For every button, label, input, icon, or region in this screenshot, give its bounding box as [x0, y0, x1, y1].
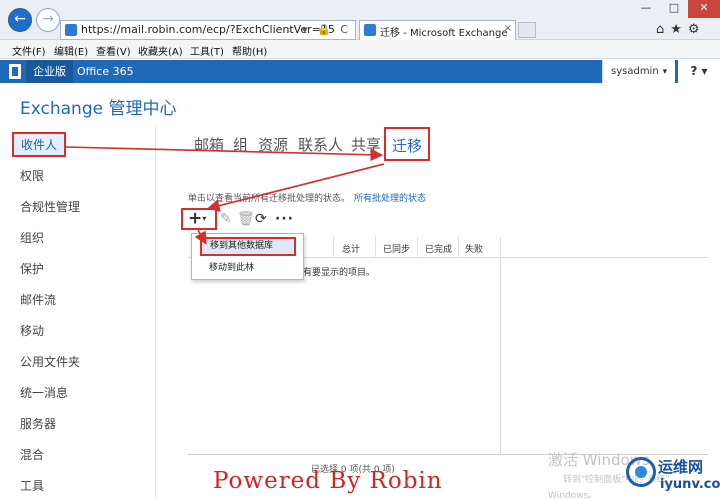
nav-item-public-folders[interactable]: 公用文件夹 — [20, 353, 80, 370]
nav-item-tools[interactable]: 工具 — [20, 477, 44, 494]
tab-mailboxes[interactable]: 邮箱 — [194, 134, 224, 155]
menu-view[interactable]: 查看(V) — [96, 43, 131, 58]
enterprise-tab[interactable]: 企业版 — [26, 60, 73, 83]
nav-item-mobile[interactable]: 移动 — [20, 322, 44, 339]
o365-navbar: 企业版 Office 365 sysadmin ▾ ? ▾ — [0, 60, 720, 83]
column-divider — [458, 237, 459, 258]
tab-title: 迁移 - Microsoft Exchange — [380, 28, 508, 39]
office365-link[interactable]: Office 365 — [77, 60, 134, 83]
column-divider — [417, 237, 418, 258]
chevron-down-icon: ▾ — [662, 67, 668, 77]
more-options-icon[interactable]: ··· — [275, 211, 294, 227]
nav-item-mail-flow[interactable]: 邮件流 — [20, 291, 56, 308]
window-minimize-button[interactable]: — — [632, 0, 660, 18]
add-button[interactable]: +▾ — [181, 208, 217, 230]
browser-tab[interactable]: 迁移 - Microsoft Exchange × — [359, 20, 516, 40]
menu-item-move-to-this-forest[interactable]: 移动到此林 — [192, 258, 303, 278]
tab-close-icon[interactable]: × — [504, 23, 512, 34]
migration-hint-text: 单击以查看当前所有迁移批处理的状态。 — [188, 194, 351, 204]
column-divider — [500, 237, 501, 258]
site-logo: 运维网 iyunv.com — [626, 454, 720, 499]
menu-item-move-to-other-database[interactable]: 移到其他数据库 — [200, 237, 296, 256]
menu-edit[interactable]: 编辑(E) — [54, 43, 88, 58]
window-maximize-button[interactable]: □ — [660, 0, 688, 18]
user-name: sysadmin — [611, 66, 659, 77]
all-batches-status-link[interactable]: 所有批处理的状态 — [354, 191, 426, 204]
nav-item-unified-messaging[interactable]: 统一消息 — [20, 384, 68, 401]
address-bar[interactable]: https://mail.robin.com/ecp/?ExchClientVe… — [60, 20, 356, 40]
delete-trash-icon[interactable]: 🗑 — [237, 211, 255, 227]
column-total[interactable]: 总计 — [342, 242, 360, 255]
site-logo-en: iyunv.com — [660, 477, 720, 492]
menu-favorites[interactable]: 收藏夹(A) — [138, 43, 183, 58]
user-menu[interactable]: sysadmin ▾ — [602, 60, 676, 83]
chevron-down-icon: ▾ — [202, 214, 207, 223]
tab-resources[interactable]: 资源 — [258, 134, 288, 155]
window-close-button[interactable]: ✕ — [688, 0, 720, 18]
page-title: Exchange 管理中心 — [20, 99, 177, 119]
column-synced[interactable]: 已同步 — [383, 242, 410, 255]
tab-groups[interactable]: 组 — [233, 134, 248, 155]
globe-logo-icon — [626, 457, 656, 487]
menu-file[interactable]: 文件(F) — [12, 43, 46, 58]
tab-contacts[interactable]: 联系人 — [298, 134, 343, 155]
address-bar-icons[interactable]: ⌕ ▾ 🔒 C — [286, 23, 351, 37]
column-completed[interactable]: 已完成 — [425, 242, 452, 255]
site-favicon-icon — [65, 24, 77, 36]
nav-item-servers[interactable]: 服务器 — [20, 415, 56, 432]
powered-by-watermark: Powered By Robin — [213, 468, 443, 494]
menu-help[interactable]: 帮助(H) — [232, 43, 267, 58]
edit-pencil-icon[interactable]: ✎ — [220, 211, 232, 227]
tab-shared[interactable]: 共享 — [351, 134, 381, 155]
nav-item-hybrid[interactable]: 混合 — [20, 446, 44, 463]
forward-button[interactable]: → — [36, 8, 60, 32]
nav-item-organization[interactable]: 组织 — [20, 229, 44, 246]
activate-windows-subtitle-2: Windows。 — [548, 491, 598, 499]
new-tab-button[interactable] — [518, 22, 536, 38]
refresh-icon[interactable]: ⟳ — [255, 211, 267, 227]
tab-favicon-icon — [364, 24, 376, 36]
add-dropdown-menu: 移到其他数据库 移动到此林 — [191, 233, 304, 280]
column-divider — [375, 237, 376, 258]
nav-item-recipients[interactable]: 收件人 — [12, 132, 67, 157]
browser-titlebar: ← → https://mail.robin.com/ecp/?ExchClie… — [0, 0, 720, 40]
back-button[interactable]: ← — [8, 8, 32, 32]
column-divider — [333, 237, 334, 258]
nav-item-permissions[interactable]: 权限 — [20, 167, 44, 184]
nav-item-compliance[interactable]: 合规性管理 — [20, 198, 80, 215]
column-failed[interactable]: 失败 — [465, 242, 483, 255]
browser-menubar: 文件(F) 编辑(E) 查看(V) 收藏夹(A) 工具(T) 帮助(H) — [0, 40, 720, 59]
site-logo-cn: 运维网 — [658, 458, 704, 476]
tab-migration[interactable]: 迁移 — [384, 127, 431, 161]
home-favorites-settings-icons[interactable]: ⌂★⚙ — [656, 22, 706, 37]
plus-icon: + — [188, 208, 203, 229]
help-menu[interactable]: ? ▾ — [678, 60, 720, 83]
details-pane-divider — [500, 258, 501, 454]
nav-item-protection[interactable]: 保护 — [20, 260, 44, 277]
menu-tools[interactable]: 工具(T) — [190, 43, 224, 58]
office-logo-icon[interactable] — [9, 64, 21, 79]
